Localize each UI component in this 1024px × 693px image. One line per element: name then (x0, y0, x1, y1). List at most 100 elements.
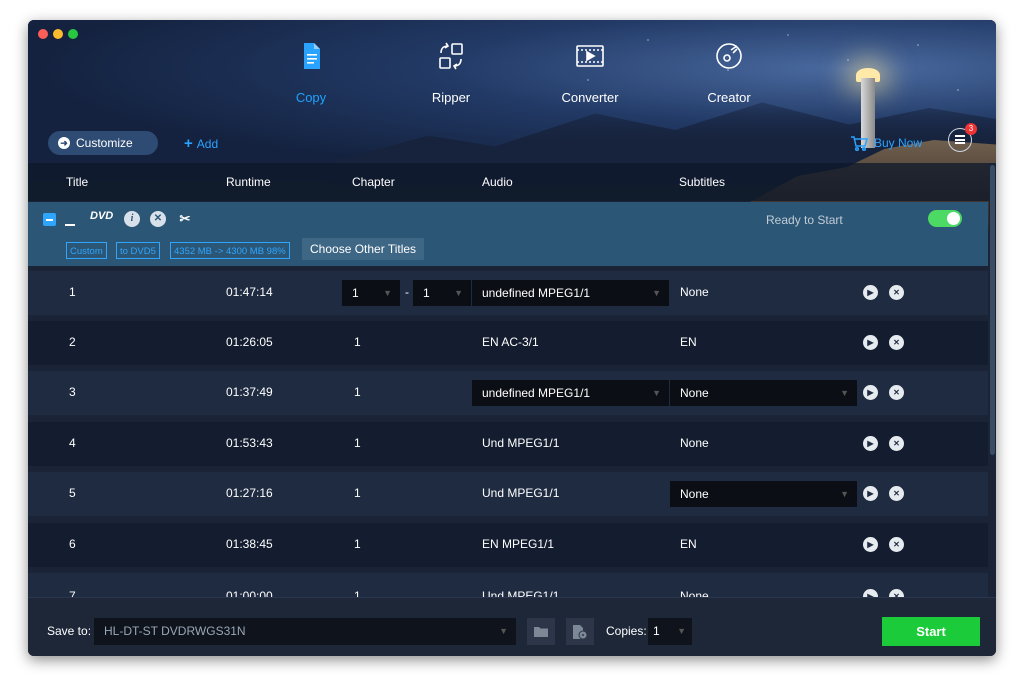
chapter-value: 1 (354, 436, 361, 450)
footer-bar: Save to: HL-DT-ST DVDRWGS31N ▼ Copies: 1 ▼… (28, 597, 996, 656)
scrollbar-thumb[interactable] (990, 165, 995, 455)
tab-ripper[interactable]: Ripper (396, 40, 506, 105)
remove-icon[interactable]: ✕ (889, 385, 904, 400)
converter-icon (576, 45, 604, 67)
copies-label: Copies: (606, 624, 647, 638)
tab-creator[interactable]: Creator (674, 40, 784, 105)
table-row[interactable]: 2 01:26:05 1 EN AC-3/1 EN ▶ ✕ (28, 321, 988, 365)
buy-now-label: Buy Now (874, 136, 923, 150)
play-icon[interactable]: ▶ (863, 436, 878, 451)
table-header: Title Runtime Chapter Audio Subtitles (28, 163, 996, 201)
save-to-select[interactable]: HL-DT-ST DVDRWGS31N ▼ (94, 618, 516, 645)
tab-converter[interactable]: Converter (535, 40, 645, 105)
chapter-value: 1 (354, 589, 361, 597)
subtitles-select[interactable]: None ▼ (670, 481, 857, 507)
table-row[interactable]: 3 01:37:49 1 undefined MPEG1/1 ▼ None ▼ ▶ … (28, 371, 988, 415)
title-number: 6 (69, 537, 76, 551)
app-window: Copy Ripper Converter Creator ➜ Customiz… (28, 20, 996, 656)
subtitles-value: None (680, 285, 709, 299)
runtime: 01:38:45 (226, 537, 273, 551)
remove-icon[interactable]: ✕ (889, 436, 904, 451)
remove-icon[interactable]: ✕ (889, 537, 904, 552)
chapter-from-select[interactable]: 1 ▼ (342, 280, 400, 306)
title-number: 4 (69, 436, 76, 450)
start-button[interactable]: Start (882, 617, 980, 646)
subtitles-value: None (680, 436, 709, 450)
enable-toggle[interactable] (928, 210, 962, 227)
collapse-toggle[interactable] (65, 224, 75, 226)
tag-size: 4352 MB -> 4300 MB 98% (170, 242, 290, 259)
disc-file-icon (573, 625, 588, 640)
close-window-button[interactable] (38, 29, 48, 39)
chapter-value: 1 (354, 335, 361, 349)
chapter-value: 1 (354, 385, 361, 399)
remove-disc-icon[interactable]: ✕ (150, 211, 166, 227)
subtitles-value: EN (680, 335, 697, 349)
subtitles-value: None (680, 589, 709, 597)
table-row[interactable]: 5 01:27:16 1 Und MPEG1/1 None ▼ ▶ ✕ (28, 472, 988, 516)
audio-value: EN MPEG1/1 (482, 537, 555, 551)
tag-custom[interactable]: Custom (66, 242, 107, 259)
chapter-to-select[interactable]: 1 ▼ (413, 280, 471, 306)
save-to-label: Save to: (47, 624, 92, 638)
play-icon[interactable]: ▶ (863, 589, 878, 597)
disc-row: DVD i ✕ ✂ Custom to DVD5 4352 MB -> 4300… (28, 202, 988, 266)
title-number: 3 (69, 385, 76, 399)
table-row[interactable]: 7 01:00:00 1 Und MPEG1/1 None ▶ ✕ (28, 573, 988, 597)
copies-select[interactable]: 1 ▼ (648, 618, 692, 645)
creator-icon (716, 43, 742, 69)
play-icon[interactable]: ▶ (863, 335, 878, 350)
header-background (28, 20, 996, 230)
cut-icon[interactable]: ✂ (177, 211, 193, 227)
add-button[interactable]: + Add (184, 135, 218, 152)
play-icon[interactable]: ▶ (863, 537, 878, 552)
chapter-range-dash: - (405, 285, 409, 299)
customize-button[interactable]: ➜ Customize (48, 131, 158, 155)
title-number: 2 (69, 335, 76, 349)
tab-copy[interactable]: Copy (256, 40, 366, 105)
table-row[interactable]: 4 01:53:43 1 Und MPEG1/1 None ▶ ✕ (28, 422, 988, 466)
play-icon[interactable]: ▶ (863, 285, 878, 300)
tab-creator-label: Creator (707, 90, 751, 105)
notification-badge: 3 (965, 123, 977, 135)
arrow-right-icon: ➜ (58, 137, 70, 149)
chapter-value: 1 (354, 486, 361, 500)
runtime: 01:00:00 (226, 589, 273, 597)
info-icon[interactable]: i (124, 211, 140, 227)
table-row[interactable]: 6 01:38:45 1 EN MPEG1/1 EN ▶ ✕ (28, 523, 988, 567)
save-iso-button[interactable] (566, 618, 594, 645)
runtime: 01:27:16 (226, 486, 273, 500)
remove-icon[interactable]: ✕ (889, 335, 904, 350)
audio-value: Und MPEG1/1 (482, 589, 560, 597)
column-title: Title (66, 175, 89, 189)
remove-icon[interactable]: ✕ (889, 285, 904, 300)
remove-icon[interactable]: ✕ (889, 486, 904, 501)
zoom-window-button[interactable] (68, 29, 78, 39)
runtime: 01:53:43 (226, 436, 273, 450)
play-icon[interactable]: ▶ (863, 385, 878, 400)
title-list: 1 01:47:14 1 ▼ - 1 ▼ undefined MPEG1/1 ▼ No… (28, 266, 988, 597)
menu-icon (955, 135, 965, 144)
copy-icon (304, 43, 320, 69)
column-audio: Audio (482, 175, 513, 189)
tag-target[interactable]: to DVD5 (116, 242, 160, 259)
audio-value: Und MPEG1/1 (482, 486, 560, 500)
audio-select[interactable]: undefined MPEG1/1 ▼ (472, 380, 669, 406)
remove-icon[interactable]: ✕ (889, 589, 904, 597)
browse-folder-button[interactable] (527, 618, 555, 645)
status-text: Ready to Start (766, 213, 843, 227)
select-all-checkbox[interactable] (43, 213, 56, 226)
dvd-logo-icon: DVD (90, 210, 114, 222)
table-row[interactable]: 1 01:47:14 1 ▼ - 1 ▼ undefined MPEG1/1 ▼ No… (28, 271, 988, 315)
tab-converter-label: Converter (561, 90, 619, 105)
choose-other-titles-button[interactable]: Choose Other Titles (302, 238, 425, 260)
play-icon[interactable]: ▶ (863, 486, 878, 501)
plus-icon: + (184, 135, 193, 152)
audio-value: EN AC-3/1 (482, 335, 539, 349)
audio-select[interactable]: undefined MPEG1/1 ▼ (472, 280, 669, 306)
column-chapter: Chapter (352, 175, 395, 189)
minimize-window-button[interactable] (53, 29, 63, 39)
buy-now-button[interactable]: Buy Now (850, 135, 922, 151)
subtitles-select[interactable]: None ▼ (670, 380, 857, 406)
title-number: 1 (69, 285, 76, 299)
